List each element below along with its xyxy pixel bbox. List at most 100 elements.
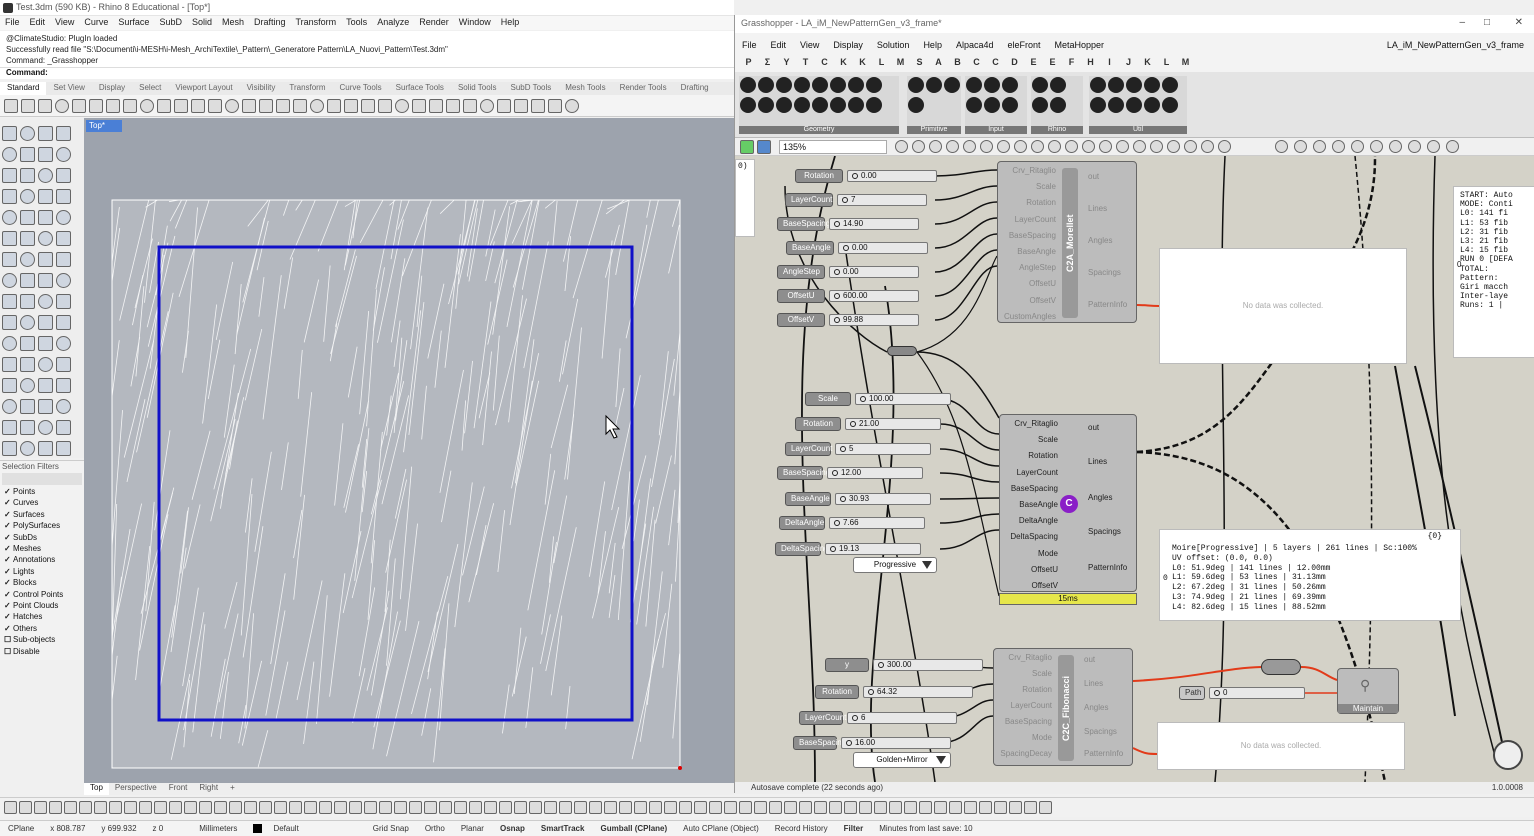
sidebar-tool-icon[interactable] [56,399,71,414]
output-lines[interactable]: Lines [1084,679,1103,688]
bottom-tool-icon[interactable] [64,801,77,814]
bottom-tool-icon[interactable] [649,801,662,814]
component-icon[interactable] [794,97,810,113]
toolbar-tool-icon[interactable] [531,98,545,113]
component-comp_a[interactable]: Crv_Ritaglio Scale Rotation LayerCount BaseS… [997,161,1137,323]
toolbar-tool-icon[interactable] [174,98,188,113]
gh-category-tab[interactable]: H [1081,57,1100,71]
toolbar-tab-transform[interactable]: Transform [282,82,332,95]
bottom-tool-icon[interactable] [49,801,62,814]
bottom-tool-icon[interactable] [694,801,707,814]
toolbar-tool-icon[interactable] [565,98,579,113]
bottom-tool-icon[interactable] [529,801,542,814]
gh-menu-elefront[interactable]: eleFront [1000,38,1047,54]
maintain-component[interactable]: ⚲ Maintain [1337,668,1399,714]
sidebar-tool-icon[interactable] [2,420,17,435]
bottom-tool-icon[interactable] [1024,801,1037,814]
canvas-tool-icon[interactable] [1184,140,1197,153]
sidebar-tool-icon[interactable] [20,399,35,414]
filter-subds[interactable]: ✓ SubDs [0,532,84,543]
gh-menu-display[interactable]: Display [826,38,870,54]
sidebar-tool-icon[interactable] [20,420,35,435]
relay-node-2[interactable] [1261,659,1301,675]
filter-surfaces[interactable]: ✓ Surfaces [0,509,84,520]
canvas-tool-icon[interactable] [1082,140,1095,153]
sidebar-tool-icon[interactable] [56,231,71,246]
sidebar-tool-icon[interactable] [56,336,71,351]
rhino-menu-file[interactable]: File [0,16,25,30]
maximize-icon[interactable]: □ [1484,17,1490,28]
canvas-tool-icon[interactable] [1116,140,1129,153]
slider-track[interactable]: 0.00 [847,170,937,182]
input-layercount[interactable]: LayerCount [994,215,1056,224]
bottom-tool-icon[interactable] [379,801,392,814]
filter-meshes[interactable]: ✓ Meshes [0,543,84,554]
slider-track[interactable]: 0.00 [838,242,928,254]
slider-knob-icon[interactable] [834,519,840,526]
gh-menu-help[interactable]: Help [916,38,949,54]
gh-menu-solution[interactable]: Solution [870,38,917,54]
checkbox-icon[interactable]: ✓ [4,497,13,508]
toolbar-tool-icon[interactable] [72,98,86,113]
sidebar-tool-icon[interactable] [56,420,71,435]
checkbox-icon[interactable]: ✓ [4,566,13,577]
slider-track[interactable]: 0.00 [829,266,919,278]
slider-track[interactable]: 30.93 [835,493,931,505]
component-icon[interactable] [830,97,846,113]
input-basespacing[interactable]: BaseSpacing [990,717,1052,726]
status-osnap[interactable]: Osnap [492,824,533,833]
bottom-tool-icon[interactable] [349,801,362,814]
bottom-tool-icon[interactable] [214,801,227,814]
component-icon[interactable] [830,77,846,93]
component-icon[interactable] [1032,77,1048,93]
toolbar-tool-icon[interactable] [548,98,562,113]
component-icon[interactable] [776,77,792,93]
gh-menu-metahopper[interactable]: MetaHopper [1048,38,1112,54]
slider-track[interactable]: 7 [837,194,927,206]
gh-category-tab[interactable]: C [967,57,986,71]
open-file-icon[interactable] [740,140,754,154]
bottom-tool-icon[interactable] [259,801,272,814]
component-icon[interactable] [1050,97,1066,113]
canvas-tool-icon[interactable] [997,140,1010,153]
input-scale[interactable]: Scale [994,182,1056,191]
slider-knob-icon[interactable] [860,395,866,402]
input-layercount[interactable]: LayerCount [996,468,1058,477]
filter-lights[interactable]: ✓ Lights [0,566,84,577]
bottom-tool-icon[interactable] [574,801,587,814]
panel-left[interactable]: 0) [735,159,755,237]
filter-control-points[interactable]: ✓ Control Points [0,589,84,600]
input-offsetv[interactable]: OffsetV [996,581,1058,590]
bottom-tool-icon[interactable] [439,801,452,814]
bottom-tool-icon[interactable] [784,801,797,814]
bottom-tool-icon[interactable] [949,801,962,814]
input-basespacing[interactable]: BaseSpacing [996,484,1058,493]
gh-category-tab[interactable]: C [815,57,834,71]
component-icon[interactable] [1032,97,1048,113]
sidebar-tool-icon[interactable] [2,189,17,204]
bottom-tool-icon[interactable] [109,801,122,814]
component-icon[interactable] [926,77,942,93]
toolbar-tool-icon[interactable] [123,98,137,113]
component-comp_c[interactable]: Crv_Ritaglio Scale Rotation LayerCount BaseS… [993,648,1133,766]
gh-category-tab[interactable]: I [1100,57,1119,71]
sidebar-tool-icon[interactable] [2,126,17,141]
toolbar-tool-icon[interactable] [514,98,528,113]
checkbox-icon[interactable]: ✓ [4,589,13,600]
bottom-tool-icon[interactable] [319,801,332,814]
input-offsetv[interactable]: OffsetV [994,296,1056,305]
slider-knob-icon[interactable] [834,316,840,323]
toolbar-tab-viewport-layout[interactable]: Viewport Layout [168,82,239,95]
output-out[interactable]: out [1084,655,1095,664]
toolbar-tool-icon[interactable] [89,98,103,113]
bottom-tool-icon[interactable] [484,801,497,814]
gh-category-tab[interactable]: J [1119,57,1138,71]
rhino-menu-render[interactable]: Render [414,16,454,30]
sidebar-tool-icon[interactable] [2,147,17,162]
toolbar-tab-visibility[interactable]: Visibility [240,82,283,95]
status-record-history[interactable]: Record History [767,824,836,833]
toolbar-tool-icon[interactable] [38,98,52,113]
canvas-tool-icon[interactable] [1313,140,1326,153]
slider-knob-icon[interactable] [834,292,840,299]
toolbar-tool-icon[interactable] [55,98,69,113]
